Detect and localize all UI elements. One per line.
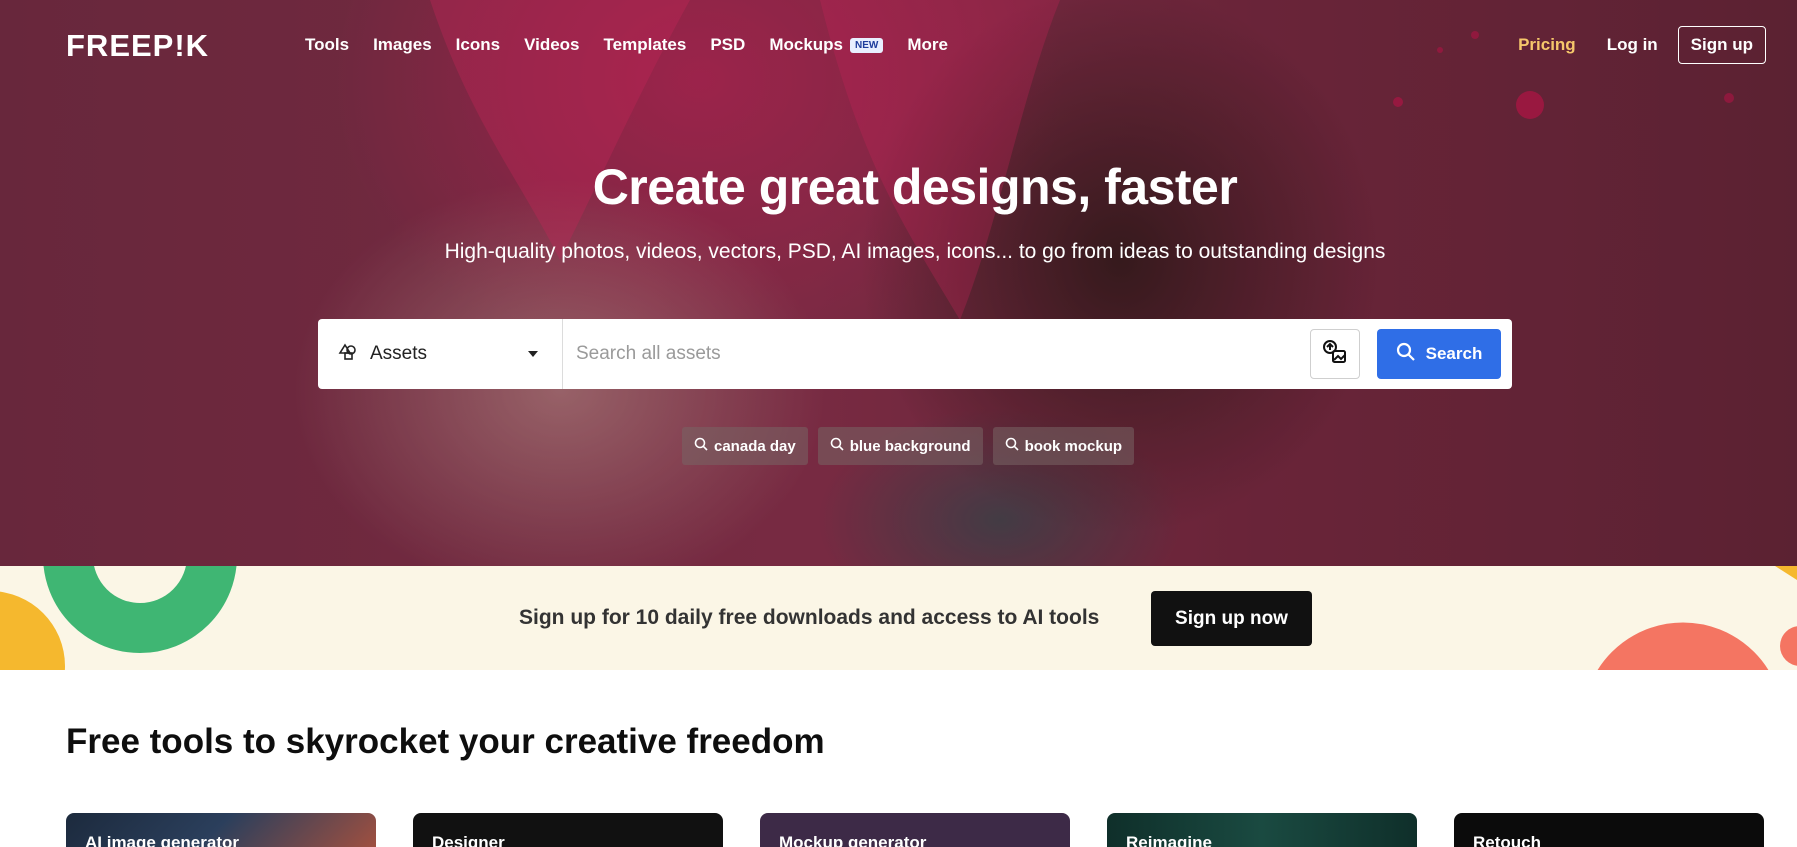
search-icon xyxy=(1396,342,1416,367)
image-search-button[interactable] xyxy=(1310,329,1360,379)
tool-card-label: Mockup generator xyxy=(779,833,927,847)
search-button[interactable]: Search xyxy=(1377,329,1501,379)
main-nav: Tools Images Icons Videos Templates PSD … xyxy=(305,35,972,55)
search-icon xyxy=(694,437,708,455)
search-input[interactable] xyxy=(563,319,1310,389)
hero-section: FREEP!K Tools Images Icons Videos Templa… xyxy=(0,0,1797,566)
new-badge: NEW xyxy=(850,37,884,53)
nav-psd[interactable]: PSD xyxy=(710,35,745,55)
signup-promo-banner: Sign up for 10 daily free downloads and … xyxy=(0,566,1797,670)
tool-card-ai-image-generator[interactable]: AI image generator xyxy=(66,813,376,847)
tool-card-reimagine[interactable]: Reimagine xyxy=(1107,813,1417,847)
suggestion-chip[interactable]: book mockup xyxy=(992,427,1135,465)
splash-decoration xyxy=(387,0,1734,320)
pricing-link[interactable]: Pricing xyxy=(1518,35,1576,55)
nav-images[interactable]: Images xyxy=(373,35,432,55)
tool-cards: AI image generator Designer Mockup gener… xyxy=(66,813,1764,847)
chevron-down-icon xyxy=(528,351,538,357)
shapes-icon xyxy=(338,342,358,367)
tool-card-label: Reimagine xyxy=(1126,833,1212,847)
nav-icons[interactable]: Icons xyxy=(456,35,500,55)
suggestion-label: blue background xyxy=(849,437,971,455)
signup-now-button[interactable]: Sign up now xyxy=(1151,591,1312,646)
asset-type-dropdown[interactable]: Assets xyxy=(318,319,563,389)
search-icon xyxy=(830,437,844,455)
freepik-logo[interactable]: FREEP!K xyxy=(66,28,209,64)
nav-mockups[interactable]: Mockups NEW xyxy=(769,35,884,55)
nav-tools[interactable]: Tools xyxy=(305,35,349,55)
image-upload-icon xyxy=(1322,339,1348,370)
search-button-label: Search xyxy=(1425,344,1483,363)
hero-title: Create great designs, faster xyxy=(592,159,1238,215)
tool-card-label: Retouch xyxy=(1473,833,1541,847)
suggestion-chips: canada day blue background book mockup xyxy=(682,427,1135,465)
nav-videos[interactable]: Videos xyxy=(524,35,579,55)
nav-templates[interactable]: Templates xyxy=(604,35,687,55)
hero-subtitle: High-quality photos, videos, vectors, PS… xyxy=(444,240,1386,263)
promo-text: Sign up for 10 daily free downloads and … xyxy=(519,606,1100,629)
signup-button[interactable]: Sign up xyxy=(1677,26,1766,64)
asset-type-label: Assets xyxy=(370,343,428,364)
nav-mockups-label: Mockups xyxy=(769,35,843,54)
suggestion-chip[interactable]: canada day xyxy=(682,427,808,465)
nav-more[interactable]: More xyxy=(907,35,948,55)
search-icon xyxy=(1005,437,1019,455)
tool-card-label: Designer xyxy=(432,833,505,847)
tool-card-mockup-generator[interactable]: Mockup generator xyxy=(760,813,1070,847)
login-link[interactable]: Log in xyxy=(1607,35,1658,55)
tool-card-retouch[interactable]: Retouch xyxy=(1454,813,1764,847)
account-nav: Pricing Log in Sign up xyxy=(1518,26,1766,64)
suggestion-label: book mockup xyxy=(1024,437,1123,455)
tool-card-label: AI image generator xyxy=(85,833,239,847)
suggestion-chip[interactable]: blue background xyxy=(817,427,983,465)
search-bar: Assets Search all assets Search xyxy=(318,319,1512,389)
tool-card-designer[interactable]: Designer xyxy=(413,813,723,847)
suggestion-label: canada day xyxy=(714,437,796,455)
tools-section-title: Free tools to skyrocket your creative fr… xyxy=(66,722,825,761)
